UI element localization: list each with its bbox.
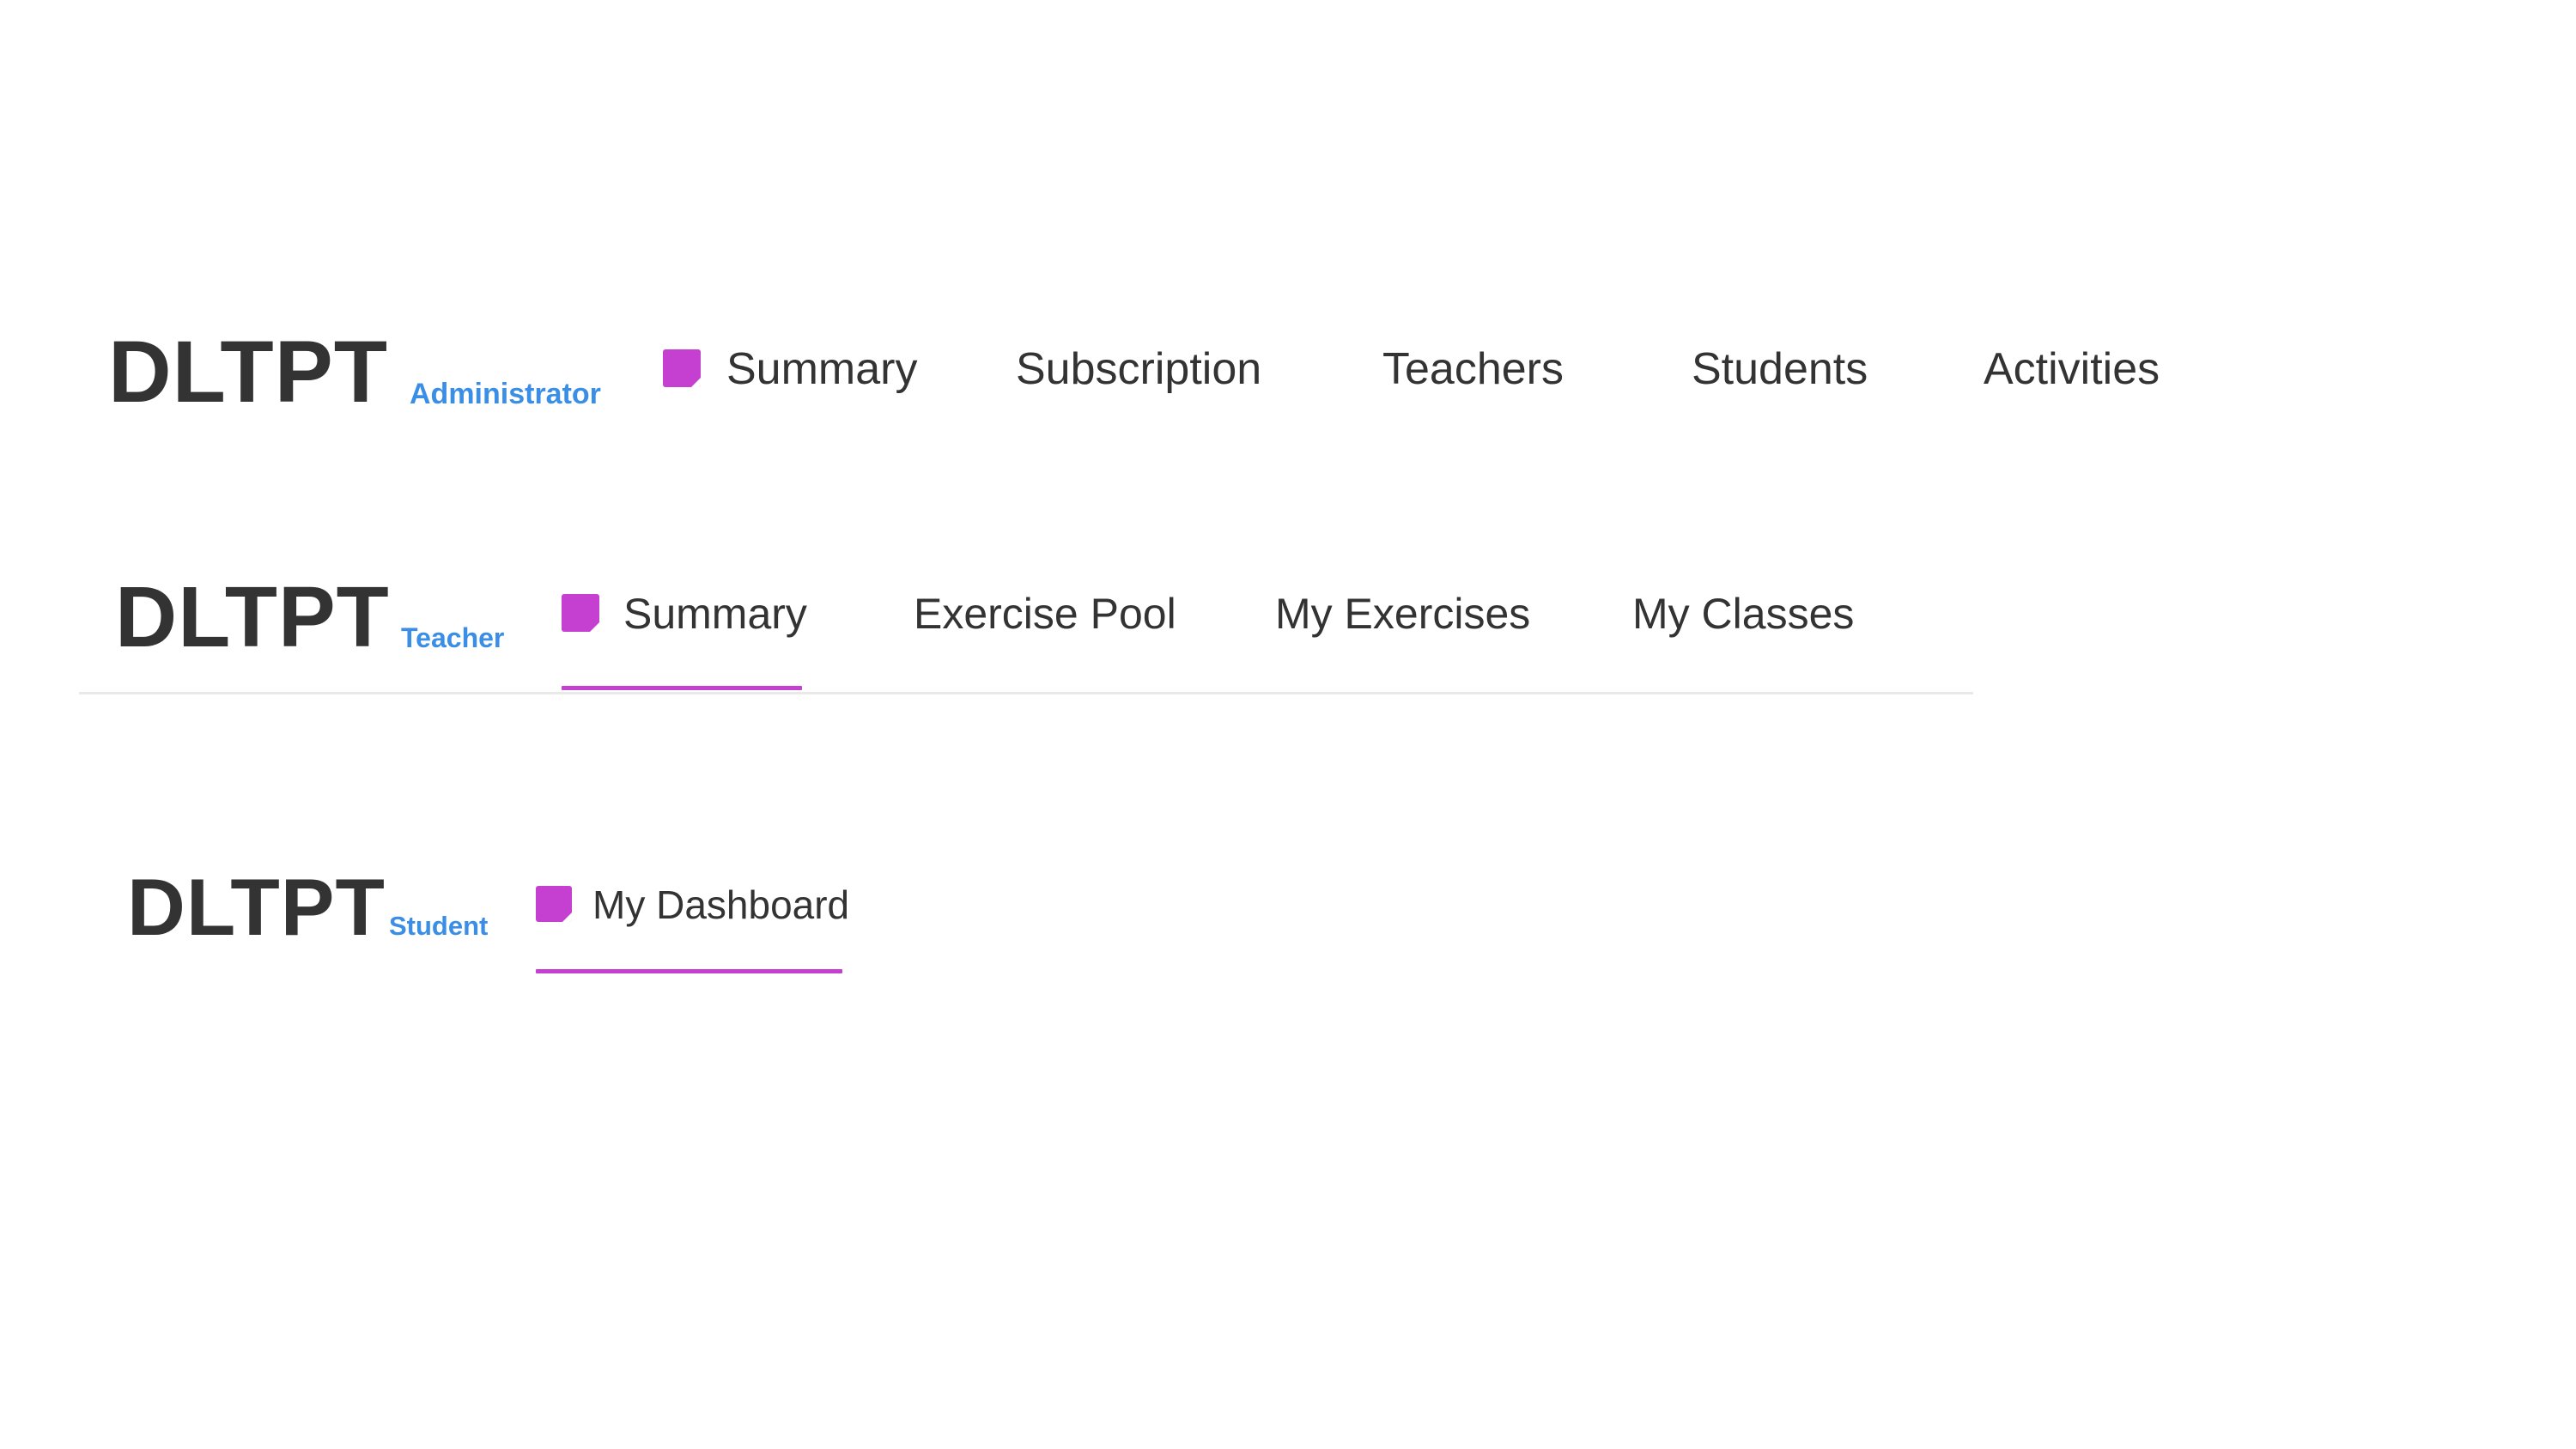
brand-logo[interactable]: DLTPT (127, 867, 386, 948)
role-label: Teacher (401, 622, 505, 653)
note-icon (562, 594, 599, 632)
nav-item-my-exercises[interactable]: My Exercises (1275, 592, 1530, 635)
nav-item-my-dashboard[interactable]: My Dashboard (592, 885, 849, 925)
role-label: Student (389, 911, 489, 941)
nav-item-students[interactable]: Students (1692, 347, 1868, 391)
active-tab-indicator (562, 686, 802, 690)
note-icon (663, 349, 701, 387)
nav-item-summary[interactable]: Summary (726, 347, 917, 391)
nav-item-summary[interactable]: Summary (623, 592, 807, 635)
nav-item-exercise-pool[interactable]: Exercise Pool (914, 592, 1176, 635)
navbar-divider (79, 692, 1973, 694)
active-tab-indicator (536, 969, 842, 973)
nav-item-teachers[interactable]: Teachers (1382, 347, 1564, 391)
nav-item-activities[interactable]: Activities (1984, 347, 2160, 391)
role-label: Administrator (410, 378, 601, 410)
brand-logo[interactable]: DLTPT (108, 328, 388, 415)
nav-item-my-classes[interactable]: My Classes (1632, 592, 1854, 635)
brand-logo[interactable]: DLTPT (115, 574, 390, 660)
nav-item-subscription[interactable]: Subscription (1016, 347, 1261, 391)
note-icon (536, 886, 572, 922)
